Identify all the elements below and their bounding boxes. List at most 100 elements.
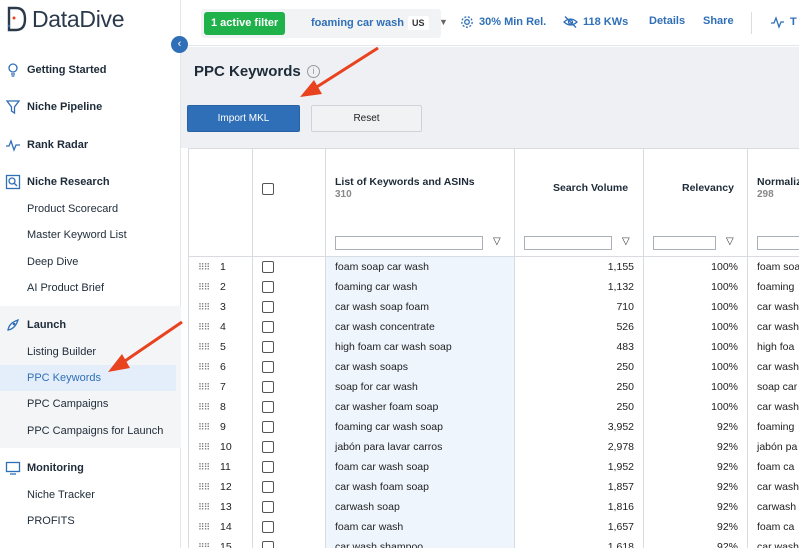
- nav-launch[interactable]: Launch: [0, 312, 181, 338]
- caret-down-icon[interactable]: ▼: [439, 17, 448, 27]
- details-link[interactable]: Details: [649, 15, 685, 27]
- filter-cell: [253, 230, 325, 257]
- row-checkbox[interactable]: [262, 261, 274, 274]
- row-checkbox[interactable]: [262, 501, 274, 514]
- filter-icon[interactable]: ▽: [726, 236, 734, 247]
- normalized-cell: high foa: [757, 341, 795, 353]
- drag-handle-icon[interactable]: ⠿⠿: [198, 282, 210, 292]
- keyword-cell[interactable]: foam soap car wash: [326, 257, 514, 277]
- nav-profits[interactable]: PROFITS: [0, 508, 176, 534]
- nav-niche-research[interactable]: Niche Research: [0, 169, 181, 195]
- row-checkbox[interactable]: [262, 481, 274, 494]
- search-volume-filter-input[interactable]: [524, 236, 612, 250]
- row-checkbox[interactable]: [262, 341, 274, 354]
- nav-label: PROFITS: [27, 515, 75, 527]
- nav-niche-tracker[interactable]: Niche Tracker: [0, 482, 176, 508]
- nav-product-scorecard[interactable]: Product Scorecard: [0, 196, 176, 222]
- nav-getting-started[interactable]: Getting Started: [0, 57, 181, 83]
- row-checkbox[interactable]: [262, 281, 274, 294]
- normalized-filter-input[interactable]: [757, 236, 799, 250]
- nav-label: PPC Campaigns: [27, 398, 109, 410]
- drag-handle-icon[interactable]: ⠿⠿: [198, 342, 210, 352]
- keyword-cell[interactable]: car wash soaps: [326, 357, 514, 377]
- nav-master-keyword-list[interactable]: Master Keyword List: [0, 222, 176, 248]
- logo[interactable]: DataDive: [6, 4, 125, 34]
- search-volume-cell: 483: [616, 341, 634, 353]
- keyword-cell[interactable]: jabón para lavar carros: [326, 437, 514, 457]
- row-checkbox[interactable]: [262, 321, 274, 334]
- relevancy-cell: 100%: [711, 281, 738, 293]
- keyword-cell[interactable]: foam car wash: [326, 517, 514, 537]
- nav-rank-radar[interactable]: Rank Radar: [0, 132, 181, 158]
- keyword-cell[interactable]: soap for car wash: [326, 377, 514, 397]
- trend-link[interactable]: T: [770, 15, 797, 29]
- row-checkbox[interactable]: [262, 541, 274, 548]
- min-relevancy-button[interactable]: 30% Min Rel.: [460, 15, 546, 29]
- nav-niche-pipeline[interactable]: Niche Pipeline: [0, 94, 181, 120]
- drag-handle-icon[interactable]: ⠿⠿: [198, 402, 210, 412]
- relevancy-cell: 100%: [711, 361, 738, 373]
- drag-handle-icon[interactable]: ⠿⠿: [198, 302, 210, 312]
- header-cell[interactable]: Relevancy: [644, 149, 747, 230]
- normalized-cell: car wash: [757, 321, 799, 333]
- row-checkbox[interactable]: [262, 381, 274, 394]
- drag-handle-icon[interactable]: ⠿⠿: [198, 542, 210, 548]
- select-all-checkbox[interactable]: [262, 183, 274, 195]
- nav-ppc-campaigns-launch[interactable]: PPC Campaigns for Launch: [0, 418, 176, 444]
- keyword-cell[interactable]: car wash soap foam: [326, 297, 514, 317]
- row-checkbox[interactable]: [262, 401, 274, 414]
- nav-monitoring[interactable]: Monitoring: [0, 455, 181, 481]
- top-bar: 1 active filter foaming car wash US ▼ 30…: [181, 0, 799, 46]
- row-checkbox[interactable]: [262, 421, 274, 434]
- header-cell[interactable]: Normaliz 298: [748, 149, 799, 230]
- row-checkbox[interactable]: [262, 461, 274, 474]
- keyword-cell[interactable]: car washer foam soap: [326, 397, 514, 417]
- drag-handle-icon[interactable]: ⠿⠿: [198, 382, 210, 392]
- search-volume-cell: 3,952: [607, 421, 634, 433]
- drag-handle-icon[interactable]: ⠿⠿: [198, 262, 210, 272]
- row-checkbox[interactable]: [262, 521, 274, 534]
- keyword-filter-input[interactable]: [335, 236, 483, 250]
- keywords-count-button[interactable]: 118 KWs: [563, 15, 628, 29]
- keyword-cell[interactable]: foam car wash soap: [326, 457, 514, 477]
- drag-handle-icon[interactable]: ⠿⠿: [198, 522, 210, 532]
- drag-handle-icon[interactable]: ⠿⠿: [198, 362, 210, 372]
- sidebar-collapse-button[interactable]: ‹: [171, 36, 188, 53]
- keywords-table: ⠿⠿ 1 ⠿⠿ 2 ⠿⠿ 3 ⠿⠿ 4 ⠿⠿ 5 ⠿⠿ 6 ⠿⠿ 7 ⠿⠿ 8 ⠿⠿ 9 ⠿⠿ 10 ⠿⠿ 11 ⠿⠿ 12 ⠿…: [188, 148, 799, 548]
- keyword-cell[interactable]: foaming car wash: [326, 277, 514, 297]
- drag-handle-icon[interactable]: ⠿⠿: [198, 462, 210, 472]
- row-checkbox[interactable]: [262, 361, 274, 374]
- nav-label: Product Scorecard: [27, 203, 119, 215]
- active-filter-badge[interactable]: 1 active filter: [204, 12, 286, 35]
- keyword-cell[interactable]: carwash soap: [326, 497, 514, 517]
- drag-handle-icon[interactable]: ⠿⠿: [198, 422, 210, 432]
- drag-handle-icon[interactable]: ⠿⠿: [198, 482, 210, 492]
- nav-ppc-campaigns[interactable]: PPC Campaigns: [0, 391, 176, 417]
- drag-handle-icon[interactable]: ⠿⠿: [198, 502, 210, 512]
- nav-deep-dive[interactable]: Deep Dive: [0, 249, 176, 275]
- relevancy-filter-input[interactable]: [653, 236, 716, 250]
- keyword-cell[interactable]: car wash shampoo: [326, 537, 514, 548]
- drag-handle-icon[interactable]: ⠿⠿: [198, 442, 210, 452]
- filter-icon[interactable]: ▽: [493, 236, 501, 247]
- keyword-cell[interactable]: car wash foam soap: [326, 477, 514, 497]
- row-number: 6: [220, 361, 226, 373]
- header-cell[interactable]: Search Volume: [515, 149, 643, 230]
- filter-icon[interactable]: ▽: [622, 236, 630, 247]
- import-mkl-button[interactable]: Import MKL: [187, 105, 300, 132]
- drag-handle-icon[interactable]: ⠿⠿: [198, 322, 210, 332]
- nav-ai-product-brief[interactable]: AI Product Brief: [0, 275, 176, 301]
- share-link[interactable]: Share: [703, 15, 734, 27]
- row-checkbox[interactable]: [262, 441, 274, 454]
- keyword-cell[interactable]: foaming car wash soap: [326, 417, 514, 437]
- keyword-cell[interactable]: car wash concentrate: [326, 317, 514, 337]
- nav-ppc-keywords[interactable]: PPC Keywords: [0, 365, 176, 391]
- keywords-count: 310: [335, 189, 352, 200]
- info-icon[interactable]: i: [307, 65, 320, 78]
- header-cell[interactable]: List of Keywords and ASINs 310: [326, 149, 514, 230]
- reset-button[interactable]: Reset: [311, 105, 422, 132]
- row-checkbox[interactable]: [262, 301, 274, 314]
- keyword-cell[interactable]: high foam car wash soap: [326, 337, 514, 357]
- active-filter-dropdown[interactable]: 1 active filter foaming car wash US ▼: [201, 9, 448, 38]
- nav-listing-builder[interactable]: Listing Builder: [0, 339, 176, 365]
